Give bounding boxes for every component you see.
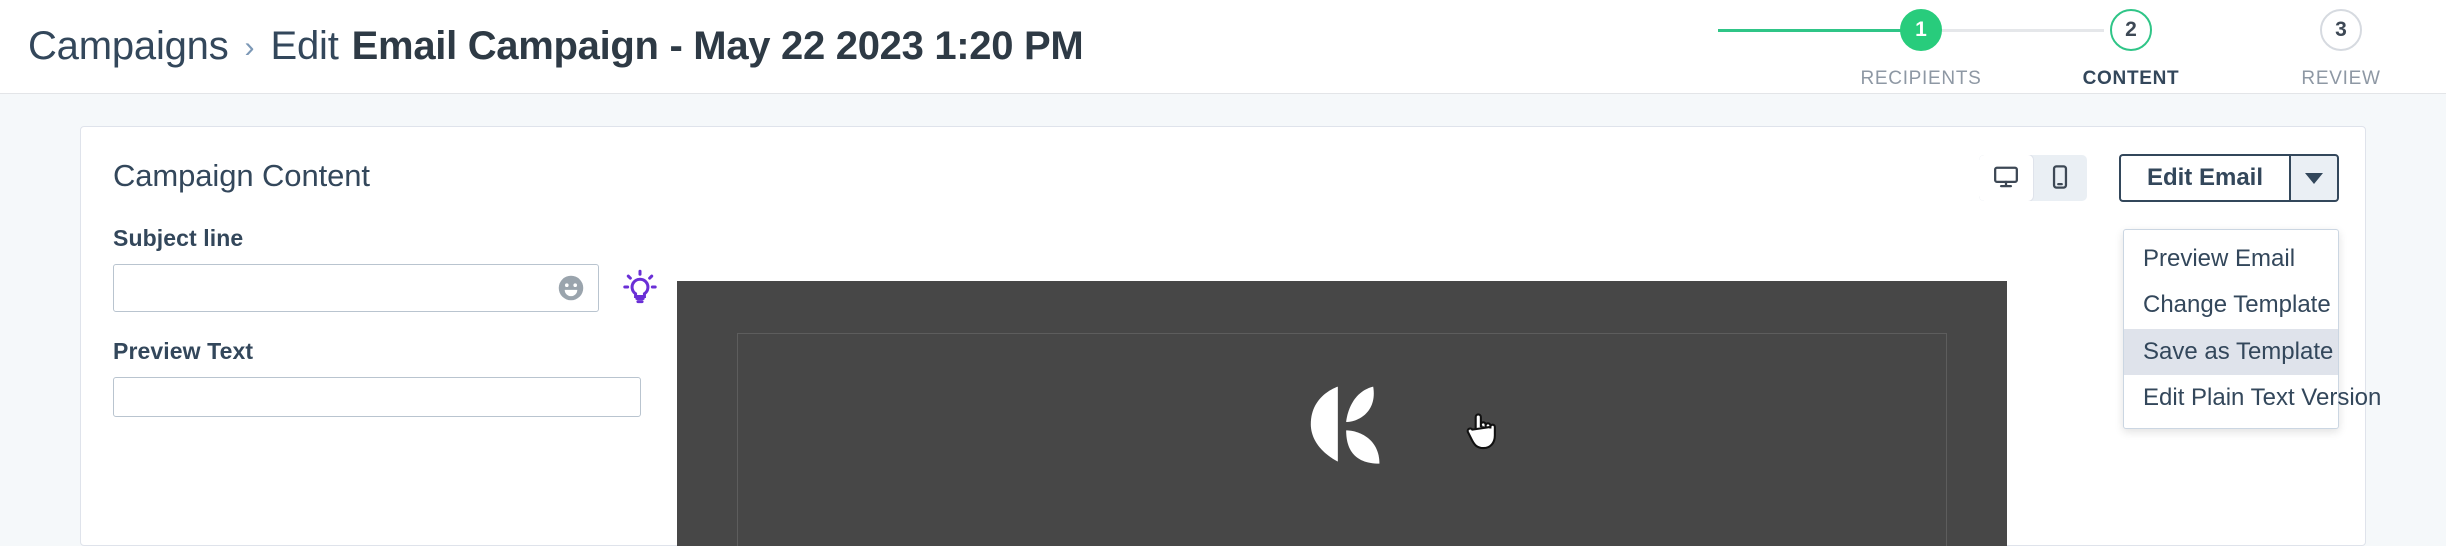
breadcrumb-separator-icon: › [244, 31, 255, 64]
step-3-label: REVIEW [2301, 68, 2381, 89]
step-1-circle: 1 [1900, 9, 1942, 51]
menu-item-preview-email[interactable]: Preview Email [2124, 236, 2338, 282]
step-2-circle: 2 [2110, 9, 2152, 51]
stepper-step-review[interactable]: 3 REVIEW [2236, 9, 2446, 90]
edit-email-split-button: Edit Email [2118, 154, 2339, 202]
email-preview-frame [737, 333, 1947, 546]
menu-item-save-as-template[interactable]: Save as Template [2124, 328, 2338, 376]
email-preview-panel [677, 281, 2007, 546]
leaf-logo-icon [1290, 370, 1394, 479]
card-header-actions: Edit Email Preview Email Change Template… [1978, 154, 2381, 429]
lightbulb-idea-icon[interactable] [621, 269, 659, 307]
page-title: Email Campaign - May 22 2023 1:20 PM [351, 24, 1084, 68]
chevron-down-icon [2305, 172, 2323, 184]
edit-email-button[interactable]: Edit Email [2118, 154, 2289, 202]
campaign-content-card: Campaign Content Edit Email Preview Emai… [80, 126, 2381, 546]
preview-text-input[interactable] [113, 377, 641, 417]
card-header: Campaign Content Edit Email Preview Emai… [81, 127, 2381, 429]
preview-text-label: Preview Text [113, 338, 254, 364]
card-body: Subject line Preview Text [81, 225, 2365, 546]
page-body: Campaign Content Edit Email Preview Emai… [0, 94, 2446, 546]
top-bar: Campaigns › Edit Email Campaign - May 22… [0, 0, 2446, 94]
step-3-circle: 3 [2320, 9, 2362, 51]
stepper-connector-1 [1718, 29, 1912, 32]
stepper-step-recipients[interactable]: 1 RECIPIENTS [1816, 9, 2026, 90]
subject-line-field-group: Subject line [113, 225, 673, 312]
emoji-smiley-icon[interactable] [557, 274, 585, 302]
campaign-form-column: Subject line Preview Text [113, 225, 673, 417]
subject-line-input[interactable] [113, 264, 599, 312]
menu-item-edit-plain-text-version[interactable]: Edit Plain Text Version [2124, 375, 2381, 421]
mobile-preview-button[interactable] [2033, 155, 2087, 201]
step-2-label: CONTENT [2082, 68, 2180, 89]
desktop-preview-button[interactable] [1978, 155, 2033, 201]
edit-email-dropdown-menu: Preview Email Change Template Save as Te… [2123, 229, 2381, 429]
subject-line-label: Subject line [113, 225, 244, 251]
breadcrumb-action-edit: Edit [270, 24, 339, 68]
card-title: Campaign Content [113, 158, 370, 193]
subject-line-row [113, 264, 673, 312]
stepper-step-content[interactable]: 2 CONTENT [2026, 9, 2236, 90]
step-1-label: RECIPIENTS [1860, 68, 1982, 89]
mobile-phone-icon [2047, 164, 2073, 193]
campaign-stepper: 1 RECIPIENTS 2 CONTENT 3 REVIEW [1816, 0, 2446, 94]
edit-email-dropdown-toggle[interactable] [2289, 154, 2339, 202]
preview-text-field-group: Preview Text [113, 338, 673, 417]
desktop-monitor-icon [1993, 164, 2019, 193]
device-preview-toggle [1978, 155, 2087, 201]
menu-item-change-template[interactable]: Change Template [2124, 282, 2338, 328]
breadcrumb: Campaigns › Edit Email Campaign - May 22… [0, 24, 1084, 69]
breadcrumb-link-campaigns[interactable]: Campaigns [28, 24, 229, 69]
